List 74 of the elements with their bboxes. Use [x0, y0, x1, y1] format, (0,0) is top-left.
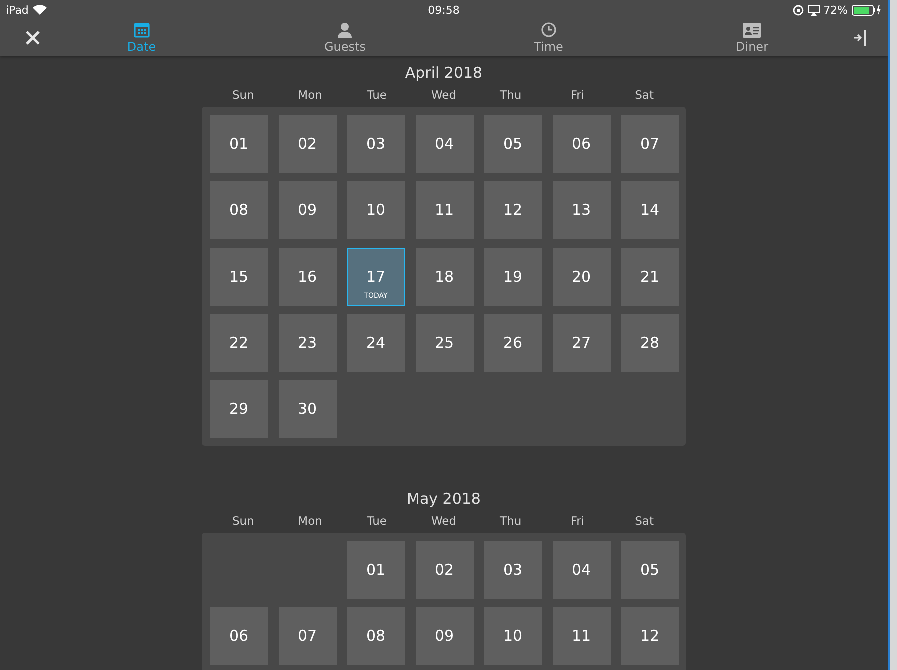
day-button[interactable]: 01	[347, 541, 405, 600]
day-button[interactable]: 14	[621, 181, 679, 240]
airplay-icon	[808, 4, 820, 16]
day-button[interactable]: 02	[278, 115, 336, 173]
nav-tab[interactable]: Diner	[650, 20, 854, 56]
battery-charging-icon	[852, 4, 882, 16]
day-button[interactable]: 08	[347, 607, 405, 666]
day-button[interactable]: 05	[484, 115, 542, 173]
day-button[interactable]: 24	[347, 314, 405, 372]
day-button[interactable]: 06	[552, 115, 610, 173]
day-button[interactable]: 03	[347, 115, 405, 173]
weekday-label: Fri	[570, 88, 586, 102]
wifi-icon	[32, 5, 47, 15]
weekday-label: Sat	[634, 514, 655, 528]
day-button[interactable]: 07	[278, 607, 336, 666]
day-button[interactable]: 12	[484, 181, 542, 240]
day-button[interactable]: 18	[416, 248, 474, 306]
day-button[interactable]: 27	[552, 314, 610, 372]
day-button[interactable]: 30	[278, 380, 336, 438]
weekday-label: Wed	[430, 514, 458, 528]
nav-tab[interactable]: Date	[40, 20, 244, 56]
close-button[interactable]	[26, 31, 40, 45]
day-button[interactable]: 20	[552, 248, 610, 306]
weekday-label: Thu	[499, 514, 523, 528]
day-button[interactable]: 04	[416, 115, 474, 173]
id-card-icon	[743, 22, 762, 38]
weekday-label: Sat	[634, 88, 655, 102]
nav-tab[interactable]: Time	[447, 20, 650, 56]
clock-icon	[540, 22, 557, 38]
day-button[interactable]: 04	[552, 541, 610, 600]
day-button[interactable]: 16	[278, 248, 336, 306]
day-button[interactable]: 11	[552, 607, 610, 666]
day-button[interactable]: 15	[210, 248, 268, 306]
day-button[interactable]: 10	[347, 181, 405, 240]
weekday-label: Mon	[297, 88, 324, 102]
person-icon	[337, 22, 354, 38]
rotation-lock-icon	[792, 4, 804, 16]
day-button[interactable]: 09	[278, 181, 336, 240]
day-button[interactable]: 25	[416, 314, 474, 372]
device-name: iPad	[6, 4, 29, 16]
month-title: May 2018	[407, 490, 481, 510]
weekday-label: Mon	[297, 514, 324, 528]
day-button[interactable]: 10	[484, 607, 542, 666]
day-button[interactable]: 22	[210, 314, 268, 372]
weekday-label: Thu	[499, 88, 523, 102]
day-button[interactable]: 21	[621, 248, 679, 306]
day-button[interactable]: 29	[210, 380, 268, 438]
day-button[interactable]: 13	[552, 181, 610, 240]
weekday-label: Wed	[430, 88, 458, 102]
month-title: April 2018	[405, 64, 483, 84]
day-button[interactable]: 19	[484, 248, 542, 306]
day-button[interactable]: 23	[278, 314, 336, 372]
day-button[interactable]: 02	[416, 541, 474, 600]
day-button[interactable]: 11	[416, 181, 474, 240]
collapse-button[interactable]	[854, 30, 868, 46]
weekday-label: Tue	[366, 88, 388, 102]
calendar-icon	[134, 22, 150, 38]
day-button[interactable]: 08	[210, 181, 268, 240]
day-button[interactable]: 09	[416, 607, 474, 666]
day-button[interactable]: 12	[621, 607, 679, 666]
battery-percent: 72%	[824, 4, 848, 16]
day-button[interactable]: 07	[621, 115, 679, 173]
day-button[interactable]: 26	[484, 314, 542, 372]
day-button[interactable]: 06	[210, 607, 268, 666]
weekday-label: Sun	[231, 514, 256, 528]
weekday-label: Tue	[366, 514, 388, 528]
weekday-label: Fri	[570, 514, 586, 528]
day-button[interactable]: 03	[484, 541, 542, 600]
day-button[interactable]: 28	[621, 314, 679, 372]
clock-time: 09:58	[428, 4, 460, 16]
day-button[interactable]: 01	[210, 115, 268, 173]
weekday-label: Sun	[231, 88, 256, 102]
nav-tab[interactable]: Guests	[244, 20, 447, 56]
day-button[interactable]: 05	[621, 541, 679, 600]
